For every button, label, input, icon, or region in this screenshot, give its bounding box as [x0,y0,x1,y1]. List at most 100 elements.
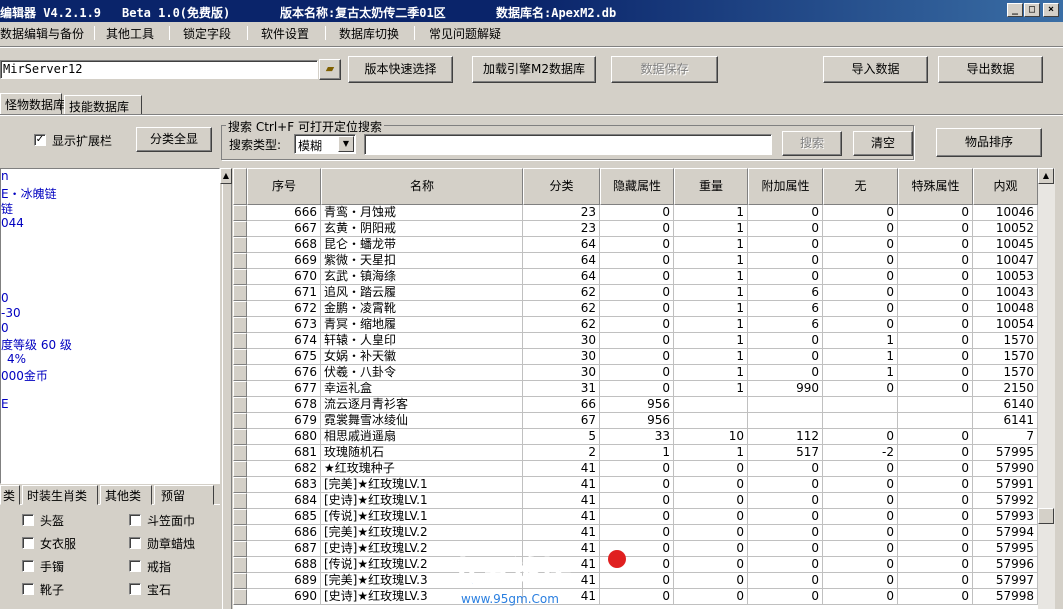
table-cell[interactable]: 2150 [973,381,1038,397]
table-cell[interactable]: 990 [748,381,823,397]
column-header[interactable]: 隐藏属性 [600,168,674,205]
table-cell[interactable]: 0 [600,557,674,573]
table-cell[interactable]: 0 [600,285,674,301]
column-header[interactable]: 特殊属性 [898,168,973,205]
table-cell[interactable]: 23 [523,205,600,221]
table-cell[interactable]: 0 [674,493,748,509]
table-cell[interactable]: 0 [748,333,823,349]
table-cell[interactable]: 672 [247,301,321,317]
table-cell[interactable]: 690 [247,589,321,605]
table-cell[interactable]: 10048 [973,301,1038,317]
category-checkbox[interactable] [129,537,141,549]
table-cell[interactable]: 0 [898,509,973,525]
table-cell[interactable]: 956 [600,397,674,413]
show-ext-checkbox[interactable]: ✓ [34,134,46,146]
table-cell[interactable]: 0 [823,557,898,573]
table-cell[interactable]: 1 [674,445,748,461]
tab-category-0[interactable]: 类 [0,485,20,505]
table-cell[interactable] [748,413,823,429]
table-cell[interactable]: 0 [823,477,898,493]
table-cell[interactable]: 0 [898,461,973,477]
table-cell[interactable]: 0 [748,589,823,605]
column-header[interactable]: 分类 [523,168,600,205]
table-cell[interactable]: -2 [823,445,898,461]
table-cell[interactable] [898,413,973,429]
table-cell[interactable]: 1 [823,333,898,349]
close-icon[interactable]: × [1043,3,1059,17]
row-indicator[interactable] [233,573,247,589]
row-indicator[interactable] [233,253,247,269]
table-cell[interactable]: 0 [748,509,823,525]
row-indicator[interactable] [233,301,247,317]
table-cell[interactable]: 0 [748,573,823,589]
tab-monster-db[interactable]: 怪物数据库 [0,93,65,115]
table-cell[interactable]: 0 [898,269,973,285]
table-cell[interactable]: 10046 [973,205,1038,221]
table-cell[interactable]: [史诗]★红玫瑰LV.2 [321,541,523,557]
row-indicator[interactable] [233,509,247,525]
table-cell[interactable]: 666 [247,205,321,221]
table-cell[interactable]: 1570 [973,365,1038,381]
table-cell[interactable]: 10054 [973,317,1038,333]
table-cell[interactable]: 0 [674,573,748,589]
table-cell[interactable]: 0 [823,381,898,397]
table-cell[interactable]: 1570 [973,349,1038,365]
table-cell[interactable]: 0 [748,461,823,477]
table-cell[interactable]: 0 [674,477,748,493]
tab-fashion-zodiac[interactable]: 时装生肖类 [22,485,98,505]
table-cell[interactable]: 30 [523,333,600,349]
table-cell[interactable]: [传说]★红玫瑰LV.1 [321,509,523,525]
table-cell[interactable]: 0 [898,557,973,573]
table-cell[interactable]: 57993 [973,509,1038,525]
table-cell[interactable]: 0 [748,477,823,493]
table-cell[interactable]: 0 [898,477,973,493]
table-cell[interactable]: 64 [523,253,600,269]
table-cell[interactable]: 0 [823,317,898,333]
table-cell[interactable]: 10045 [973,237,1038,253]
item-table[interactable]: 序号 名称 分类 隐藏属性 重量 附加属性无特殊属性 内观 666 青鸾・月蚀戒 23 0 1 0 0 0 1… [233,168,1038,609]
table-cell[interactable]: 0 [898,573,973,589]
scroll-up-icon[interactable]: ▲ [220,168,232,184]
table-scrollbar[interactable]: ▲ [1038,168,1055,609]
table-cell[interactable]: 6140 [973,397,1038,413]
table-cell[interactable]: 0 [823,493,898,509]
table-cell[interactable]: 昆仑・蟠龙带 [321,237,523,253]
table-cell[interactable]: 0 [600,525,674,541]
table-cell[interactable]: 33 [600,429,674,445]
table-cell[interactable]: 0 [823,461,898,477]
table-cell[interactable]: 1 [674,269,748,285]
table-cell[interactable]: 7 [973,429,1038,445]
table-cell[interactable]: 57995 [973,445,1038,461]
table-cell[interactable]: 0 [600,349,674,365]
table-cell[interactable]: 霓裳舞雪冰绫仙 [321,413,523,429]
table-cell[interactable]: 517 [748,445,823,461]
table-cell[interactable]: 10 [674,429,748,445]
maximize-icon[interactable]: □ [1024,3,1040,17]
export-data-button[interactable]: 导出数据 [938,56,1043,83]
table-cell[interactable]: 685 [247,509,321,525]
row-indicator[interactable] [233,237,247,253]
table-cell[interactable]: 689 [247,573,321,589]
table-cell[interactable]: 0 [823,429,898,445]
row-indicator[interactable] [233,397,247,413]
table-cell[interactable]: 0 [600,237,674,253]
table-cell[interactable]: 0 [823,237,898,253]
row-indicator[interactable] [233,333,247,349]
table-cell[interactable]: 0 [823,253,898,269]
table-cell[interactable]: 30 [523,349,600,365]
table-cell[interactable]: 0 [748,525,823,541]
table-cell[interactable]: 680 [247,429,321,445]
table-cell[interactable]: 674 [247,333,321,349]
table-cell[interactable]: 0 [748,253,823,269]
table-cell[interactable] [674,397,748,413]
table-cell[interactable]: 57994 [973,525,1038,541]
table-cell[interactable]: 0 [600,269,674,285]
splitter[interactable]: ▲ [220,168,232,609]
table-cell[interactable]: 956 [600,413,674,429]
table-cell[interactable]: 0 [600,477,674,493]
table-cell[interactable]: 1 [823,365,898,381]
menu-other-tools[interactable]: 其他工具 [106,25,154,42]
table-cell[interactable]: 0 [674,589,748,605]
row-indicator[interactable] [233,269,247,285]
column-header[interactable]: 名称 [321,168,523,205]
